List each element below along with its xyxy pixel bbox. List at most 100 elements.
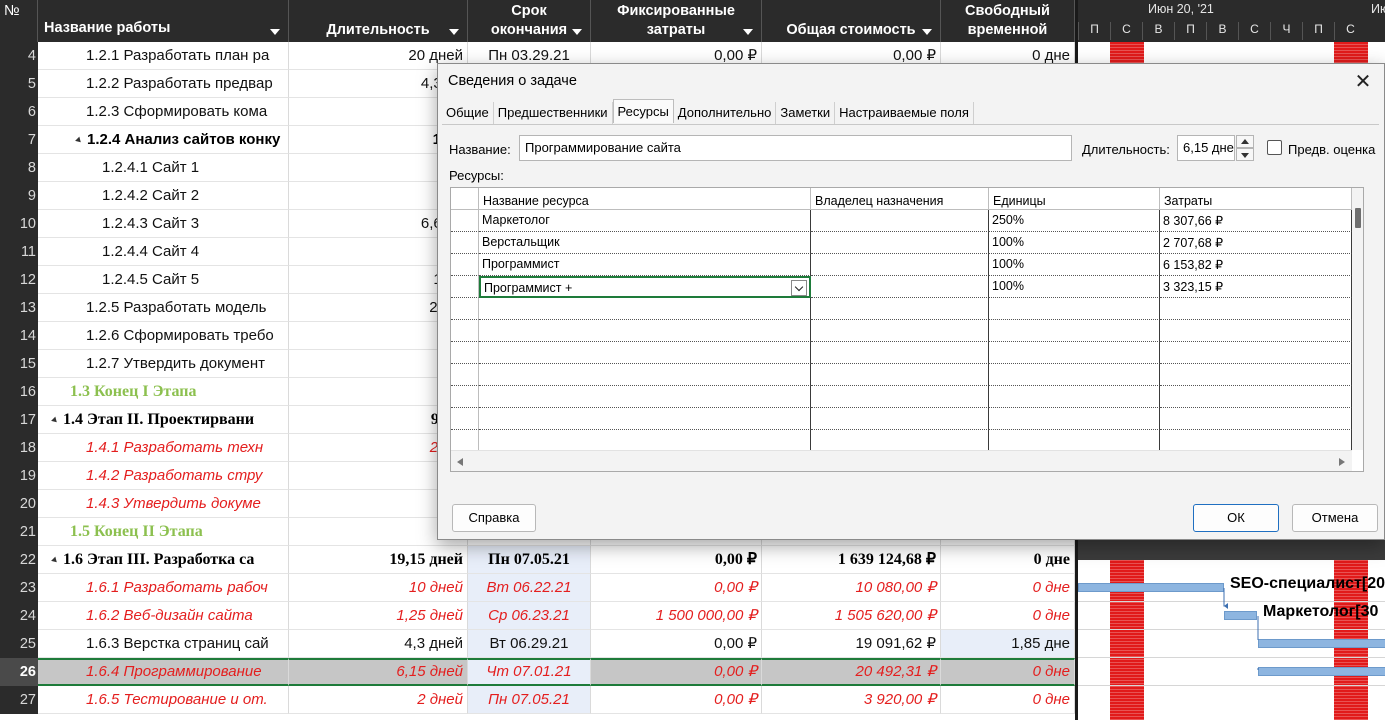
free-slack-cell[interactable]: 0 дне <box>941 658 1075 686</box>
task-name-cell[interactable]: 1.4.2 Разработать стру <box>38 462 289 490</box>
total-cost-cell[interactable]: 19 091,62 ₽ <box>762 630 941 658</box>
grid-cell-resource[interactable] <box>479 408 811 430</box>
row-number[interactable]: 19 <box>0 462 38 490</box>
task-row[interactable]: 23 1.6.1 Разработать рабоч 10 дней Вт 06.22… <box>0 574 1075 602</box>
spin-down-button[interactable] <box>1236 148 1254 161</box>
grid-row-header[interactable] <box>451 232 479 254</box>
grid-cell-cost[interactable]: 3 323,15 ₽ <box>1160 276 1352 298</box>
free-slack-cell[interactable]: 1,85 дне <box>941 630 1075 658</box>
column-filter-arrow-icon[interactable] <box>270 29 280 35</box>
task-name-cell[interactable]: 1.5 Конец II Этапа <box>38 518 289 546</box>
grid-cell-owner[interactable] <box>811 276 989 298</box>
column-header-free-slack[interactable]: Свободный временной <box>941 0 1075 42</box>
column-header-fixed-costs[interactable]: Фиксированные затраты <box>591 0 762 42</box>
grid-cell-owner[interactable] <box>811 342 989 364</box>
grid-cell-cost[interactable]: 6 153,82 ₽ <box>1160 254 1352 276</box>
grid-column-header[interactable]: Название ресурса <box>479 188 811 210</box>
task-name-cell[interactable]: 1.2.1 Разработать план ра <box>38 42 289 70</box>
task-name-cell[interactable]: 1.2.4 Анализ сайтов конку <box>38 126 289 154</box>
grid-cell-units[interactable] <box>989 298 1160 320</box>
duration-cell[interactable]: 2 дней <box>289 686 468 714</box>
fixed-cost-cell[interactable]: 0,00 ₽ <box>591 546 762 574</box>
grid-cell-resource[interactable] <box>479 320 811 342</box>
grid-cell-cost[interactable] <box>1160 320 1352 342</box>
row-number[interactable]: 26 <box>0 658 38 686</box>
task-name-cell[interactable]: 1.2.4.4 Сайт 4 <box>38 238 289 266</box>
scroll-left-icon[interactable] <box>457 458 463 466</box>
grid-cell-cost[interactable] <box>1160 342 1352 364</box>
scrollbar-thumb[interactable] <box>1355 208 1361 228</box>
fixed-cost-cell[interactable]: 0,00 ₽ <box>591 574 762 602</box>
row-number[interactable]: 17 <box>0 406 38 434</box>
row-number[interactable]: 11 <box>0 238 38 266</box>
grid-cell-cost[interactable]: 2 707,68 ₽ <box>1160 232 1352 254</box>
row-number[interactable]: 13 <box>0 294 38 322</box>
column-header-finish[interactable]: Срок окончания <box>468 0 591 42</box>
column-filter-arrow-icon[interactable] <box>743 29 753 35</box>
task-name-cell[interactable]: 1.2.2 Разработать предвар <box>38 70 289 98</box>
total-cost-cell[interactable]: 1 505 620,00 ₽ <box>762 602 941 630</box>
grid-cell-resource[interactable] <box>479 364 811 386</box>
duration-field[interactable]: 6,15 дне <box>1177 135 1235 161</box>
task-name-cell[interactable]: 1.4 Этап II. Проектирвани <box>38 406 289 434</box>
task-name-cell[interactable]: 1.2.4.3 Сайт 3 <box>38 210 289 238</box>
grid-cell-owner[interactable] <box>811 254 989 276</box>
grid-cell-cost[interactable] <box>1160 408 1352 430</box>
task-name-cell[interactable]: 1.4.3 Утвердить докуме <box>38 490 289 518</box>
grid-cell-resource[interactable]: Программист + <box>479 276 811 298</box>
row-number[interactable]: 10 <box>0 210 38 238</box>
finish-cell[interactable]: Вт 06.22.21 <box>468 574 591 602</box>
close-icon[interactable]: ✕ <box>1348 68 1378 96</box>
grid-cell-owner[interactable] <box>811 408 989 430</box>
total-cost-cell[interactable]: 20 492,31 ₽ <box>762 658 941 686</box>
dropdown-arrow-icon[interactable] <box>791 280 807 296</box>
grid-cell-cost[interactable] <box>1160 386 1352 408</box>
tab-0[interactable]: Общие <box>442 102 494 124</box>
scroll-right-icon[interactable] <box>1339 458 1345 466</box>
task-name-cell[interactable]: 1.6.2 Веб-дизайн сайта <box>38 602 289 630</box>
column-filter-arrow-icon[interactable] <box>572 29 582 35</box>
free-slack-cell[interactable]: 0 дне <box>941 602 1075 630</box>
total-cost-cell[interactable]: 3 920,00 ₽ <box>762 686 941 714</box>
task-name-cell[interactable]: 1.4.1 Разработать техн <box>38 434 289 462</box>
grid-cell-owner[interactable] <box>811 386 989 408</box>
task-name-cell[interactable]: 1.2.3 Сформировать кома <box>38 98 289 126</box>
grid-cell-units[interactable] <box>989 408 1160 430</box>
finish-cell[interactable]: Вт 06.29.21 <box>468 630 591 658</box>
grid-cell-resource[interactable] <box>479 386 811 408</box>
collapse-toggle-icon[interactable] <box>75 136 83 144</box>
finish-cell[interactable]: Пн 07.05.21 <box>468 546 591 574</box>
grid-row-header[interactable] <box>451 254 479 276</box>
grid-cell-cost[interactable] <box>1160 364 1352 386</box>
task-row[interactable]: 25 1.6.3 Верстка страниц сай 4,3 дней Вт 06… <box>0 630 1075 658</box>
column-header-duration[interactable]: Длительность <box>289 0 468 42</box>
row-number[interactable]: 12 <box>0 266 38 294</box>
grid-row-header[interactable] <box>451 298 479 320</box>
row-number[interactable]: 27 <box>0 686 38 714</box>
row-number[interactable]: 20 <box>0 490 38 518</box>
task-name-cell[interactable]: 1.2.7 Утвердить документ <box>38 350 289 378</box>
task-row[interactable]: 22 1.6 Этап III. Разработка са 19,15 дней П… <box>0 546 1075 574</box>
row-number[interactable]: 15 <box>0 350 38 378</box>
grid-cell-owner[interactable] <box>811 364 989 386</box>
task-row[interactable]: 24 1.6.2 Веб-дизайн сайта 1,25 дней Ср 06.2… <box>0 602 1075 630</box>
grid-cell-resource[interactable]: Программист <box>479 254 811 276</box>
row-number[interactable]: 14 <box>0 322 38 350</box>
grid-row-header[interactable] <box>451 342 479 364</box>
grid-row-header[interactable] <box>451 320 479 342</box>
task-name-cell[interactable]: 1.2.4.5 Сайт 5 <box>38 266 289 294</box>
row-number[interactable]: 8 <box>0 154 38 182</box>
vertical-scrollbar[interactable] <box>1352 188 1363 450</box>
tab-2[interactable]: Ресурсы <box>612 99 674 123</box>
grid-column-header[interactable]: Владелец назначения <box>811 188 989 210</box>
task-name-cell[interactable]: 1.2.4.2 Сайт 2 <box>38 182 289 210</box>
grid-row-header[interactable] <box>451 386 479 408</box>
collapse-toggle-icon[interactable] <box>51 556 59 565</box>
total-cost-cell[interactable]: 1 639 124,68 ₽ <box>762 546 941 574</box>
grid-cell-cost[interactable]: 8 307,66 ₽ <box>1160 210 1352 232</box>
grid-row-header[interactable] <box>451 408 479 430</box>
task-row[interactable]: 26 1.6.4 Программирование 6,15 дней Чт 07.0… <box>0 658 1075 686</box>
duration-cell[interactable]: 6,15 дней <box>289 658 468 686</box>
row-number[interactable]: 25 <box>0 630 38 658</box>
grid-cell-owner[interactable] <box>811 320 989 342</box>
